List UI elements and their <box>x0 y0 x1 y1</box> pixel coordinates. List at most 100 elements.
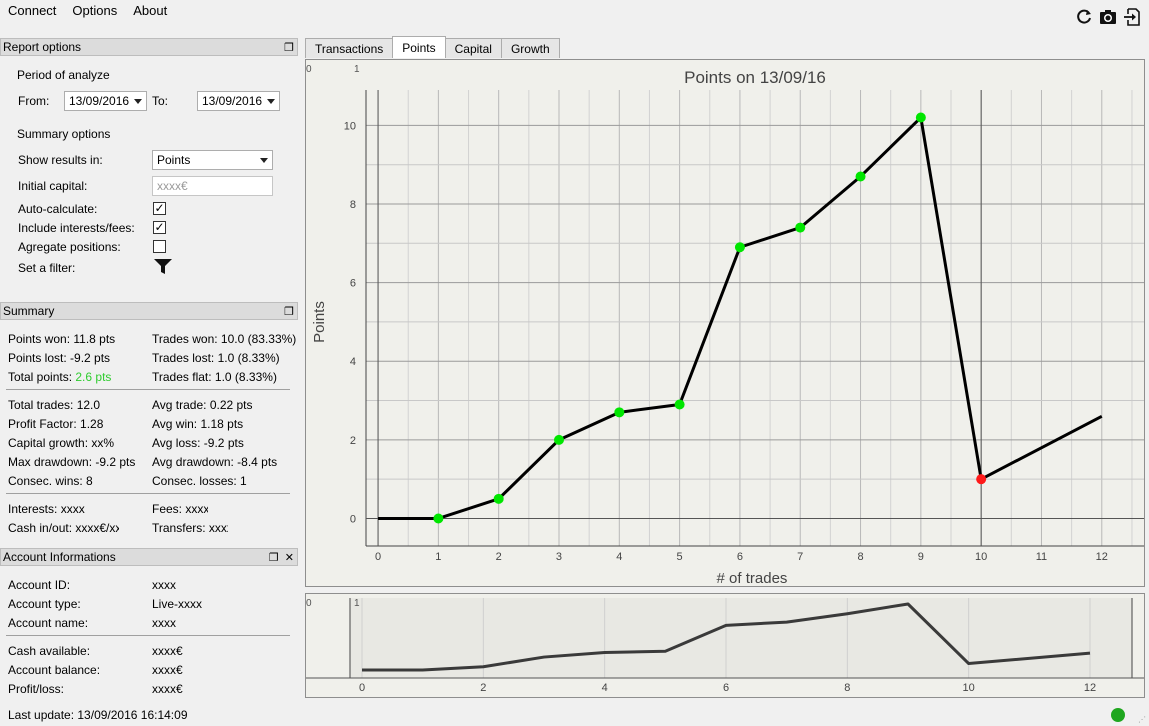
navigator-x-tick-label: 2 <box>480 682 486 694</box>
to-date-picker[interactable]: 13/09/2016 <box>197 91 280 111</box>
navigator-chart[interactable]: 0 1 0 2 4 6 8 10 12 <box>305 593 1145 698</box>
tab-growth[interactable]: Growth <box>500 38 560 58</box>
cash-inout: Cash in/out: xxxx€/xx <box>8 521 119 535</box>
navigator-corner-label: 1 <box>354 598 360 609</box>
avg-drawdown: Avg drawdown: -8.4 pts <box>152 455 278 469</box>
chart-tabs: Transactions Points Capital Growth <box>305 36 560 58</box>
interests: Interests: xxxx <box>8 502 85 516</box>
points-lost: Points lost: -9.2 pts <box>8 351 111 365</box>
profit-factor: Profit Factor: 1.28 <box>8 417 104 431</box>
show-results-label: Show results in: <box>18 153 103 167</box>
data-point <box>855 171 866 182</box>
account-id-label: Account ID: <box>8 578 71 592</box>
chevron-down-icon <box>260 158 268 163</box>
x-tick-label: 3 <box>556 551 562 563</box>
panel-title: Summary ❐ <box>0 302 298 320</box>
filter-icon[interactable] <box>154 259 172 278</box>
data-point <box>614 407 625 418</box>
trades-lost: Trades lost: 1.0 (8.33%) <box>152 351 280 365</box>
data-point <box>553 434 564 445</box>
navigator-x-tick-label: 12 <box>1084 682 1096 694</box>
chart-svg: 0 10 1 2 3 4 5 6 7 8 9 10 11 120246810Points on 13/09… <box>306 64 1144 587</box>
cash-available-value: xxxx€ <box>152 644 183 658</box>
menu-connect[interactable]: Connect <box>0 0 64 22</box>
consec-wins: Consec. wins: 8 <box>8 474 93 488</box>
account-id-value: xxxx <box>152 578 176 592</box>
avg-loss: Avg loss: -9.2 pts <box>152 436 244 450</box>
auto-calc-checkbox[interactable]: ✓ <box>153 202 166 215</box>
profit-loss-label: Profit/loss: <box>8 682 65 696</box>
navigator-corner-label: 0 <box>306 598 312 609</box>
data-point <box>734 242 745 253</box>
auto-calc-label: Auto-calculate: <box>18 202 98 216</box>
menu-about[interactable]: About <box>125 0 175 22</box>
x-tick-label: 12 <box>1096 551 1108 563</box>
navigator-x-tick-label: 0 <box>359 682 365 694</box>
navigator-x-tick-label: 6 <box>723 682 729 694</box>
account-type-value: Live-xxxx <box>152 597 203 611</box>
tab-capital[interactable]: Capital <box>444 38 502 58</box>
filter-label: Set a filter: <box>18 261 76 275</box>
account-balance-label: Account balance: <box>8 663 101 677</box>
initial-capital-input[interactable]: xxxx€ <box>152 176 273 196</box>
from-label: From: <box>18 94 50 108</box>
transfers: Transfers: xxxx <box>152 521 228 535</box>
cash-available-label: Cash available: <box>8 644 91 658</box>
close-icon[interactable]: ✕ <box>285 550 294 566</box>
trades-flat: Trades flat: 1.0 (8.33%) <box>152 370 277 384</box>
initial-capital-placeholder: xxxx€ <box>157 179 188 193</box>
show-results-select[interactable]: Points <box>152 150 273 170</box>
tab-transactions[interactable]: Transactions <box>305 38 394 58</box>
aggregate-checkbox[interactable] <box>153 240 166 253</box>
interests-fees-checkbox[interactable]: ✓ <box>153 221 166 234</box>
data-point <box>674 399 685 410</box>
float-icon[interactable]: ❐ <box>284 304 294 320</box>
from-date-picker[interactable]: 13/09/2016 <box>64 91 147 111</box>
panel-title-text: Report options <box>3 40 82 54</box>
chart-title: Points on 13/09/16 <box>684 68 826 87</box>
account-type-label: Account type: <box>8 597 81 611</box>
summary-panel: Summary ❐ Points won: 11.8 pts Trades wo… <box>0 302 298 542</box>
tab-points[interactable]: Points <box>392 36 446 58</box>
navigator-plot-area <box>350 598 1132 678</box>
x-tick-label: 1 <box>435 551 441 563</box>
from-date-value: 13/09/2016 <box>69 94 130 108</box>
corner-label: 0 <box>306 64 312 75</box>
panel-title-text: Summary <box>3 304 55 318</box>
total-points: Total points: 2.6 pts <box>8 370 111 384</box>
menu-options[interactable]: Options <box>64 0 125 22</box>
interests-fees-label: Include interests/fees: <box>18 221 135 235</box>
menu-bar: Connect Options About <box>0 0 175 22</box>
divider <box>6 635 290 636</box>
account-balance-value: xxxx€ <box>152 663 183 677</box>
y-tick-label: 8 <box>350 199 356 211</box>
float-icon[interactable]: ❐ <box>284 40 294 56</box>
max-drawdown: Max drawdown: -9.2 pts <box>8 455 136 469</box>
y-tick-label: 4 <box>350 356 356 368</box>
account-panel: Account Informations ❐ ✕ Account ID: xxxx… <box>0 548 298 700</box>
report-options-panel: Report options ❐ Period of analyze From:… <box>0 38 298 298</box>
aggregate-label: Agregate positions: <box>18 240 121 254</box>
summary-options-label: Summary options <box>17 127 111 141</box>
x-axis-label: # of trades <box>717 570 788 586</box>
float-icon[interactable]: ❐ <box>269 550 279 566</box>
panel-title: Account Informations ❐ ✕ <box>0 548 298 566</box>
resize-grip-icon[interactable]: ⋰ <box>1138 715 1146 724</box>
x-tick-label: 2 <box>496 551 502 563</box>
export-icon[interactable] <box>1123 8 1141 26</box>
y-axis-label: Points <box>311 301 328 343</box>
x-tick-label: 10 <box>975 551 987 563</box>
toolbar <box>1075 8 1141 26</box>
plot-area <box>366 90 1144 546</box>
refresh-icon[interactable] <box>1075 8 1093 26</box>
account-name-value: xxxx <box>152 616 176 630</box>
consec-losses: Consec. losses: 1 <box>152 474 247 488</box>
y-tick-label: 10 <box>344 120 356 132</box>
points-chart[interactable]: 0 1 0 1 2 3 4 5 6 7 8 9 10 11 12 0 2 4 6 8 10 Points on 13/09… <box>305 59 1145 587</box>
total-points-label: Total points: <box>8 370 76 384</box>
panel-title: Report options ❐ <box>0 38 298 56</box>
camera-icon[interactable] <box>1099 8 1117 26</box>
navigator-svg: 0 10 2 4 6 8 10 12 <box>306 598 1144 694</box>
y-tick-label: 6 <box>350 278 356 290</box>
status-text: Last update: 13/09/2016 16:14:09 <box>8 708 188 722</box>
